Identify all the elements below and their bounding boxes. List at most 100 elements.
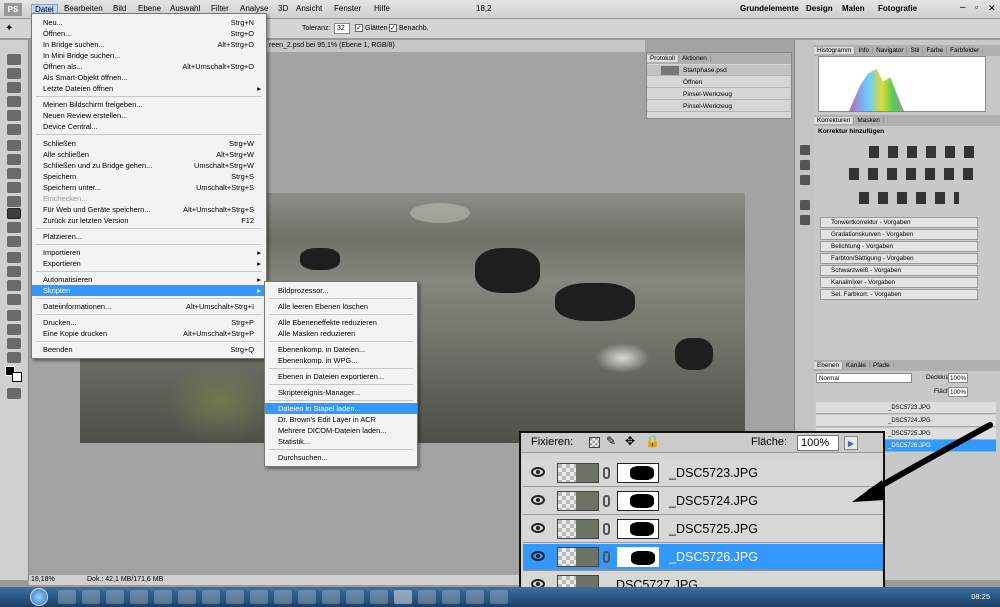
adjustment-icons-row-3[interactable]: [859, 192, 959, 204]
menu-analyse[interactable]: Analyse: [240, 4, 268, 13]
taskbar-app-icon[interactable]: [490, 590, 508, 604]
eyedropper-tool-icon[interactable]: [7, 124, 21, 135]
menu-item-device-central[interactable]: Device Central...: [32, 121, 266, 132]
menu-item-automatisieren[interactable]: Automatisieren ▸: [32, 274, 266, 285]
taskbar-app-icon[interactable]: [442, 590, 460, 604]
hand-tool-icon[interactable]: [7, 338, 21, 349]
submenu-item-leere-ebenen-loeschen[interactable]: Alle leeren Ebenen löschen: [265, 301, 417, 312]
visibility-eye-icon[interactable]: [531, 467, 545, 477]
preset-item[interactable]: Belichtung - Vorgaben: [820, 241, 978, 252]
shape-tool-icon[interactable]: [7, 294, 21, 305]
taskbar-app-icon[interactable]: [154, 590, 172, 604]
menu-item-in-bridge-suchen[interactable]: In Bridge suchen... Alt+Strg+O: [32, 39, 266, 50]
lasso-tool-icon[interactable]: [7, 82, 21, 93]
menu-item-kopie-drucken[interactable]: Eine Kopie drucken Alt+Umschalt+Strg+P: [32, 328, 266, 339]
taskbar-app-icon[interactable]: [226, 590, 244, 604]
visibility-eye-icon[interactable]: [531, 551, 545, 561]
taskbar-app-icon[interactable]: [130, 590, 148, 604]
submenu-item-ebenenkomp-dateien[interactable]: Ebenenkomp. in Dateien...: [265, 344, 417, 355]
menu-auswahl[interactable]: Auswahl: [170, 4, 200, 13]
lock-move-icon[interactable]: ✥: [625, 434, 635, 448]
submenu-item-ebenenkomp-wpg[interactable]: Ebenenkomp. in WPG...: [265, 355, 417, 366]
3d-rotate-tool-icon[interactable]: [7, 310, 21, 321]
tab-aktionen[interactable]: Aktionen: [678, 55, 711, 62]
menu-item-dateiinformationen[interactable]: Dateiinformationen... Alt+Umschalt+Strg+I: [32, 301, 266, 312]
taskbar-app-icon[interactable]: [82, 590, 100, 604]
history-item[interactable]: Öffnen: [647, 77, 791, 88]
submenu-item-edit-layer-acr[interactable]: Dr. Brown's Edit Layer in ACR: [265, 414, 417, 425]
menu-item-exportieren[interactable]: Exportieren ▸: [32, 258, 266, 269]
tab-histogramm[interactable]: Histogramm: [814, 47, 856, 54]
adjacent-checkbox[interactable]: ✓: [389, 24, 397, 32]
taskbar-app-icon[interactable]: [466, 590, 484, 604]
clone-stamp-tool-icon[interactable]: [7, 168, 21, 179]
clone-source-icon[interactable]: [800, 215, 810, 225]
crop-tool-icon[interactable]: [7, 110, 21, 121]
tab-navigator[interactable]: Navigator: [873, 47, 908, 54]
taskbar-app-icon[interactable]: [106, 590, 124, 604]
character-icon[interactable]: [800, 175, 810, 185]
layer-mask-thumbnail[interactable]: [617, 519, 659, 539]
menu-item-drucken[interactable]: Drucken... Strg+P: [32, 317, 266, 328]
lock-all-icon[interactable]: 🔒: [645, 434, 660, 448]
menu-ebene[interactable]: Ebene: [138, 4, 161, 13]
tab-farbe[interactable]: Farbe: [923, 47, 948, 54]
layer-mask-thumbnail[interactable]: [617, 463, 659, 483]
start-button-icon[interactable]: [30, 588, 48, 606]
menu-bearbeiten[interactable]: Bearbeiten: [64, 4, 103, 13]
submenu-item-bildprozessor[interactable]: Bildprozessor...: [265, 285, 417, 296]
submenu-item-durchsuchen[interactable]: Durchsuchen...: [265, 452, 417, 463]
adjustment-icons-row-2[interactable]: [849, 168, 977, 180]
history-snapshot[interactable]: Startphase.psd: [647, 65, 791, 76]
3d-orbit-tool-icon[interactable]: [7, 324, 21, 335]
menu-item-alle-schliessen[interactable]: Alle schließen Alt+Strg+W: [32, 149, 266, 160]
visibility-eye-icon[interactable]: [531, 523, 545, 533]
blur-tool-icon[interactable]: [7, 222, 21, 233]
workspace-fotografie[interactable]: Fotografie: [878, 4, 917, 13]
workspace-design[interactable]: Design: [806, 4, 833, 13]
tab-info[interactable]: Info: [855, 47, 874, 54]
submenu-item-statistik[interactable]: Statistik...: [265, 436, 417, 447]
tool-presets-icon[interactable]: [800, 200, 810, 210]
taskbar-app-icon[interactable]: [370, 590, 388, 604]
adjustment-icons-row-1[interactable]: [869, 146, 979, 158]
menu-item-beenden[interactable]: Beenden Strg+Q: [32, 344, 266, 355]
menu-item-importieren[interactable]: Importieren ▸: [32, 247, 266, 258]
preset-item[interactable]: Kanalmixer - Vorgaben: [820, 277, 978, 288]
history-item[interactable]: Pinsel-Werkzeug: [647, 89, 791, 100]
menu-bild[interactable]: Bild: [113, 4, 126, 13]
layer-mask-thumbnail[interactable]: [617, 491, 659, 511]
menu-item-smart-objekt[interactable]: Als Smart-Objekt öffnen...: [32, 72, 266, 83]
blend-mode-select[interactable]: Normal: [816, 373, 912, 383]
eraser-tool-icon[interactable]: [7, 196, 21, 207]
path-selection-tool-icon[interactable]: [7, 280, 21, 291]
menu-item-neu[interactable]: Neu... Strg+N: [32, 17, 266, 28]
tab-korrekturen[interactable]: Korrekturen: [814, 117, 855, 124]
zoom-level[interactable]: 18,2: [476, 4, 492, 13]
menu-item-oeffnen-als[interactable]: Öffnen als... Alt+Umschalt+Strg+O: [32, 61, 266, 72]
text-tool-icon[interactable]: [7, 266, 21, 277]
menu-item-letzte-dateien[interactable]: Letzte Dateien öffnen ▸: [32, 83, 266, 94]
menu-item-oeffnen[interactable]: Öffnen... Strg+O: [32, 28, 266, 39]
tab-farbfelder[interactable]: Farbfelder: [947, 47, 984, 54]
tab-protokoll[interactable]: Protokoll: [647, 55, 679, 62]
maximize-icon[interactable]: ▫: [975, 2, 978, 12]
preset-item[interactable]: Schwarzweiß - Vorgaben: [820, 265, 978, 276]
tab-ebenen[interactable]: Ebenen: [814, 362, 844, 369]
taskbar-clock[interactable]: 08:25: [971, 592, 990, 601]
submenu-item-dicom-laden[interactable]: Mehrere DICOM-Dateien laden...: [265, 425, 417, 436]
taskbar-app-icon[interactable]: [346, 590, 364, 604]
paragraph-icon[interactable]: [800, 160, 810, 170]
quick-mask-icon[interactable]: [7, 388, 21, 399]
tab-stil[interactable]: Stil: [907, 47, 924, 54]
taskbar-app-icon[interactable]: [202, 590, 220, 604]
background-color-swatch[interactable]: [12, 372, 22, 382]
preset-item[interactable]: Farbton/Sättigung - Vorgaben: [820, 253, 978, 264]
brush-presets-icon[interactable]: [800, 145, 810, 155]
document-tab[interactable]: reen_2.psd bei 95,1% (Ebene 1, RGB/8): [265, 40, 645, 52]
taskbar-photoshop-icon[interactable]: [394, 590, 412, 604]
layer-row-selected[interactable]: _DSC5726.JPG: [523, 544, 883, 571]
brush-tool-icon[interactable]: [7, 154, 21, 165]
fill-input-small[interactable]: 100%: [948, 387, 968, 397]
taskbar-app-icon[interactable]: [58, 590, 76, 604]
